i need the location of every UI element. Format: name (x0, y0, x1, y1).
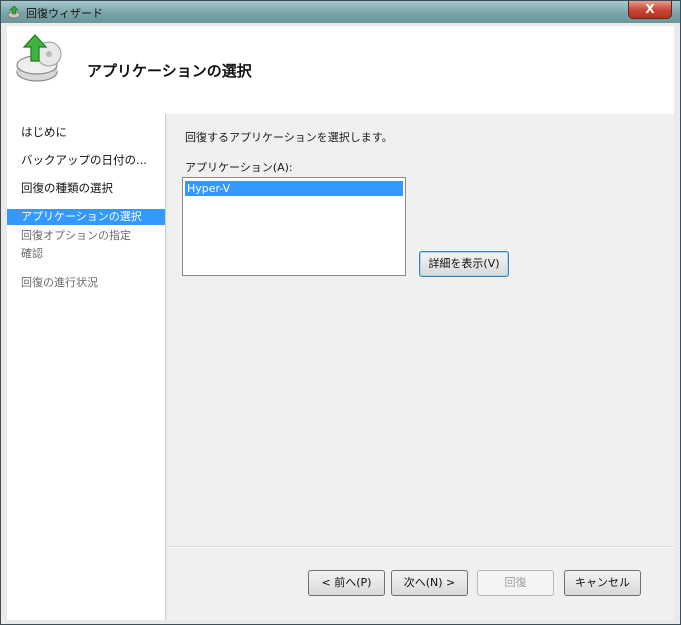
page-title: アプリケーションの選択 (87, 62, 252, 80)
close-button[interactable]: X (628, 1, 672, 19)
applications-label: アプリケーション(A): (185, 161, 293, 174)
recover-button[interactable]: 回復 (477, 570, 554, 596)
cancel-button[interactable]: キャンセル (564, 570, 641, 596)
backup-recovery-icon (16, 34, 62, 82)
step-introduction[interactable]: はじめに (7, 124, 165, 140)
step-select-application[interactable]: アプリケーションの選択 (7, 209, 165, 225)
close-icon: X (645, 2, 655, 16)
recovery-wizard-window: 回復ウィザード X アプリケーションの選択 はじめに バックアップの日付の...… (0, 0, 681, 625)
applications-listbox[interactable]: Hyper-V (182, 177, 406, 276)
window-title: 回復ウィザード (26, 7, 103, 20)
title-bar[interactable]: 回復ウィザード X (1, 1, 680, 23)
wizard-steps-sidebar: はじめに バックアップの日付の... 回復の種類の選択 アプリケーションの選択 … (7, 114, 166, 620)
list-item[interactable]: Hyper-V (185, 181, 403, 196)
recovery-app-icon (7, 5, 21, 19)
wizard-header: アプリケーションの選択 (7, 26, 674, 114)
instruction-text: 回復するアプリケーションを選択します。 (185, 131, 393, 144)
back-button[interactable]: < 前へ(P) (308, 570, 385, 596)
next-button[interactable]: 次へ(N) > (391, 570, 468, 596)
step-recovery-progress: 回復の進行状況 (21, 276, 98, 289)
step-backup-date[interactable]: バックアップの日付の... (7, 152, 165, 168)
step-recovery-options: 回復オプションの指定 (21, 229, 131, 242)
step-confirmation: 確認 (21, 247, 43, 260)
show-details-button[interactable]: 詳細を表示(V) (419, 251, 509, 277)
step-recovery-type[interactable]: 回復の種類の選択 (7, 180, 165, 196)
